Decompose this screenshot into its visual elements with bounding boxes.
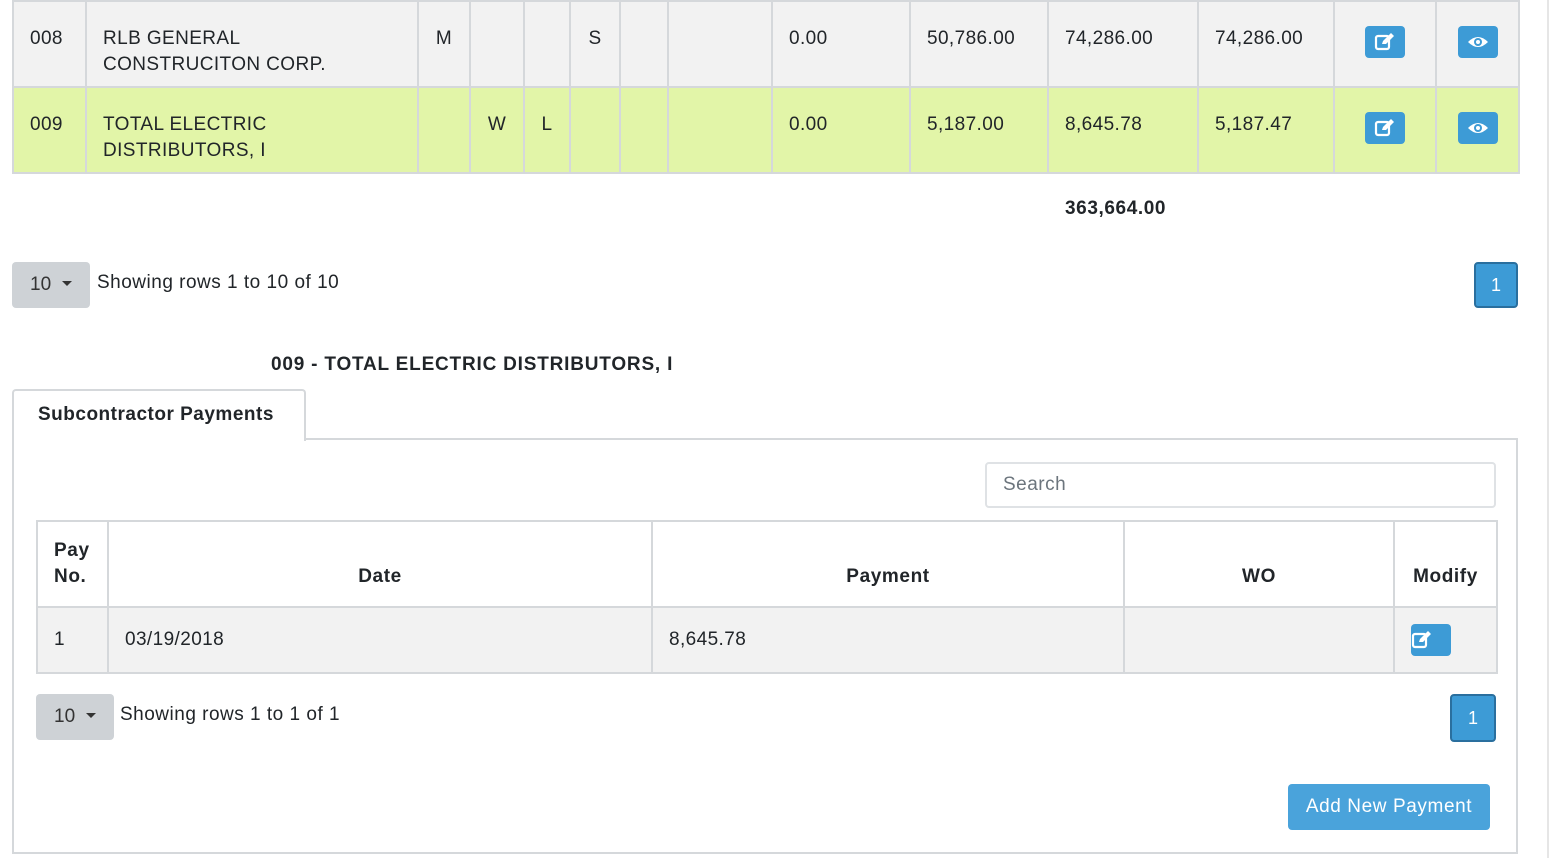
row-value-2: 50,786.00 [909, 0, 1049, 88]
edit-icon [1374, 33, 1394, 51]
edit-icon [1374, 119, 1394, 137]
row-code-2 [469, 0, 525, 88]
add-new-payment-button[interactable]: Add New Payment [1288, 784, 1490, 830]
view-button[interactable] [1457, 112, 1498, 144]
view-cell [1435, 86, 1520, 174]
row-value-3: 74,286.00 [1047, 0, 1199, 88]
edit-icon [1411, 631, 1431, 649]
table-header-row: Pay No. Date Payment WO Modify [36, 520, 1498, 608]
header-date[interactable]: Date [107, 520, 653, 608]
caret-down-icon [86, 713, 96, 718]
header-modify[interactable]: Modify [1393, 520, 1498, 608]
eye-icon [1467, 123, 1488, 133]
row-code-3: L [523, 86, 571, 174]
view-button[interactable] [1457, 26, 1498, 58]
row-code-6 [667, 0, 773, 88]
row-code-1 [417, 86, 471, 174]
header-pay-no[interactable]: Pay No. [36, 520, 109, 608]
row-id: 009 [12, 86, 87, 174]
row-code-6 [667, 86, 773, 174]
row-id: 008 [12, 0, 87, 88]
showing-rows-text: Showing rows 1 to 1 of 1 [120, 704, 341, 725]
payment-cell: 8,645.78 [651, 606, 1125, 674]
payments-table: Pay No. Date Payment WO Modify 1 03/19/2… [36, 520, 1498, 674]
pay-no-cell: 1 [36, 606, 109, 674]
search-input[interactable] [985, 462, 1496, 508]
subcontractor-table: 008 RLB GENERAL CONSTRUCITON CORP. M S 0… [12, 0, 1520, 174]
page-size-value: 10 [54, 706, 76, 727]
row-code-2: W [469, 86, 525, 174]
page-size-dropdown[interactable]: 10 [36, 694, 114, 740]
caret-down-icon [62, 281, 72, 286]
showing-rows-text: Showing rows 1 to 10 of 10 [97, 272, 340, 293]
table-row-selected[interactable]: 009 TOTAL ELECTRIC DISTRIBUTORS, I W L 0… [12, 86, 1520, 174]
row-value-2: 5,187.00 [909, 86, 1049, 174]
view-cell [1435, 0, 1520, 88]
modify-cell [1393, 606, 1498, 674]
section-title: 009 - TOTAL ELECTRIC DISTRIBUTORS, I [271, 354, 674, 375]
row-code-3 [523, 0, 571, 88]
row-name: TOTAL ELECTRIC DISTRIBUTORS, I [85, 86, 419, 174]
row-code-1: M [417, 0, 471, 88]
row-value-1: 0.00 [771, 86, 911, 174]
page-1-button[interactable]: 1 [1474, 262, 1518, 308]
row-name: RLB GENERAL CONSTRUCITON CORP. [85, 0, 419, 88]
eye-icon [1467, 37, 1488, 47]
modify-button[interactable] [1411, 624, 1451, 656]
table-row[interactable]: 1 03/19/2018 8,645.78 [36, 606, 1498, 674]
page-size-dropdown[interactable]: 10 [12, 262, 90, 308]
row-value-4: 74,286.00 [1197, 0, 1335, 88]
scrollbar-track[interactable] [1547, 0, 1549, 858]
edit-button[interactable] [1365, 26, 1405, 58]
row-value-3: 8,645.78 [1047, 86, 1199, 174]
row-code-4 [569, 86, 621, 174]
edit-button[interactable] [1365, 112, 1405, 144]
page-size-value: 10 [30, 274, 52, 295]
tab-subcontractor-payments[interactable]: Subcontractor Payments [12, 389, 306, 441]
page-1-button[interactable]: 1 [1450, 694, 1496, 742]
grand-total: 363,664.00 [1065, 198, 1167, 219]
wo-cell [1123, 606, 1395, 674]
header-wo[interactable]: WO [1123, 520, 1395, 608]
row-code-4: S [569, 0, 621, 88]
row-value-1: 0.00 [771, 0, 911, 88]
page: 008 RLB GENERAL CONSTRUCITON CORP. M S 0… [0, 0, 1554, 858]
edit-cell [1333, 86, 1437, 174]
date-cell: 03/19/2018 [107, 606, 653, 674]
header-payment[interactable]: Payment [651, 520, 1125, 608]
table-row[interactable]: 008 RLB GENERAL CONSTRUCITON CORP. M S 0… [12, 0, 1520, 88]
row-code-5 [619, 86, 669, 174]
row-code-5 [619, 0, 669, 88]
row-value-4: 5,187.47 [1197, 86, 1335, 174]
edit-cell [1333, 0, 1437, 88]
